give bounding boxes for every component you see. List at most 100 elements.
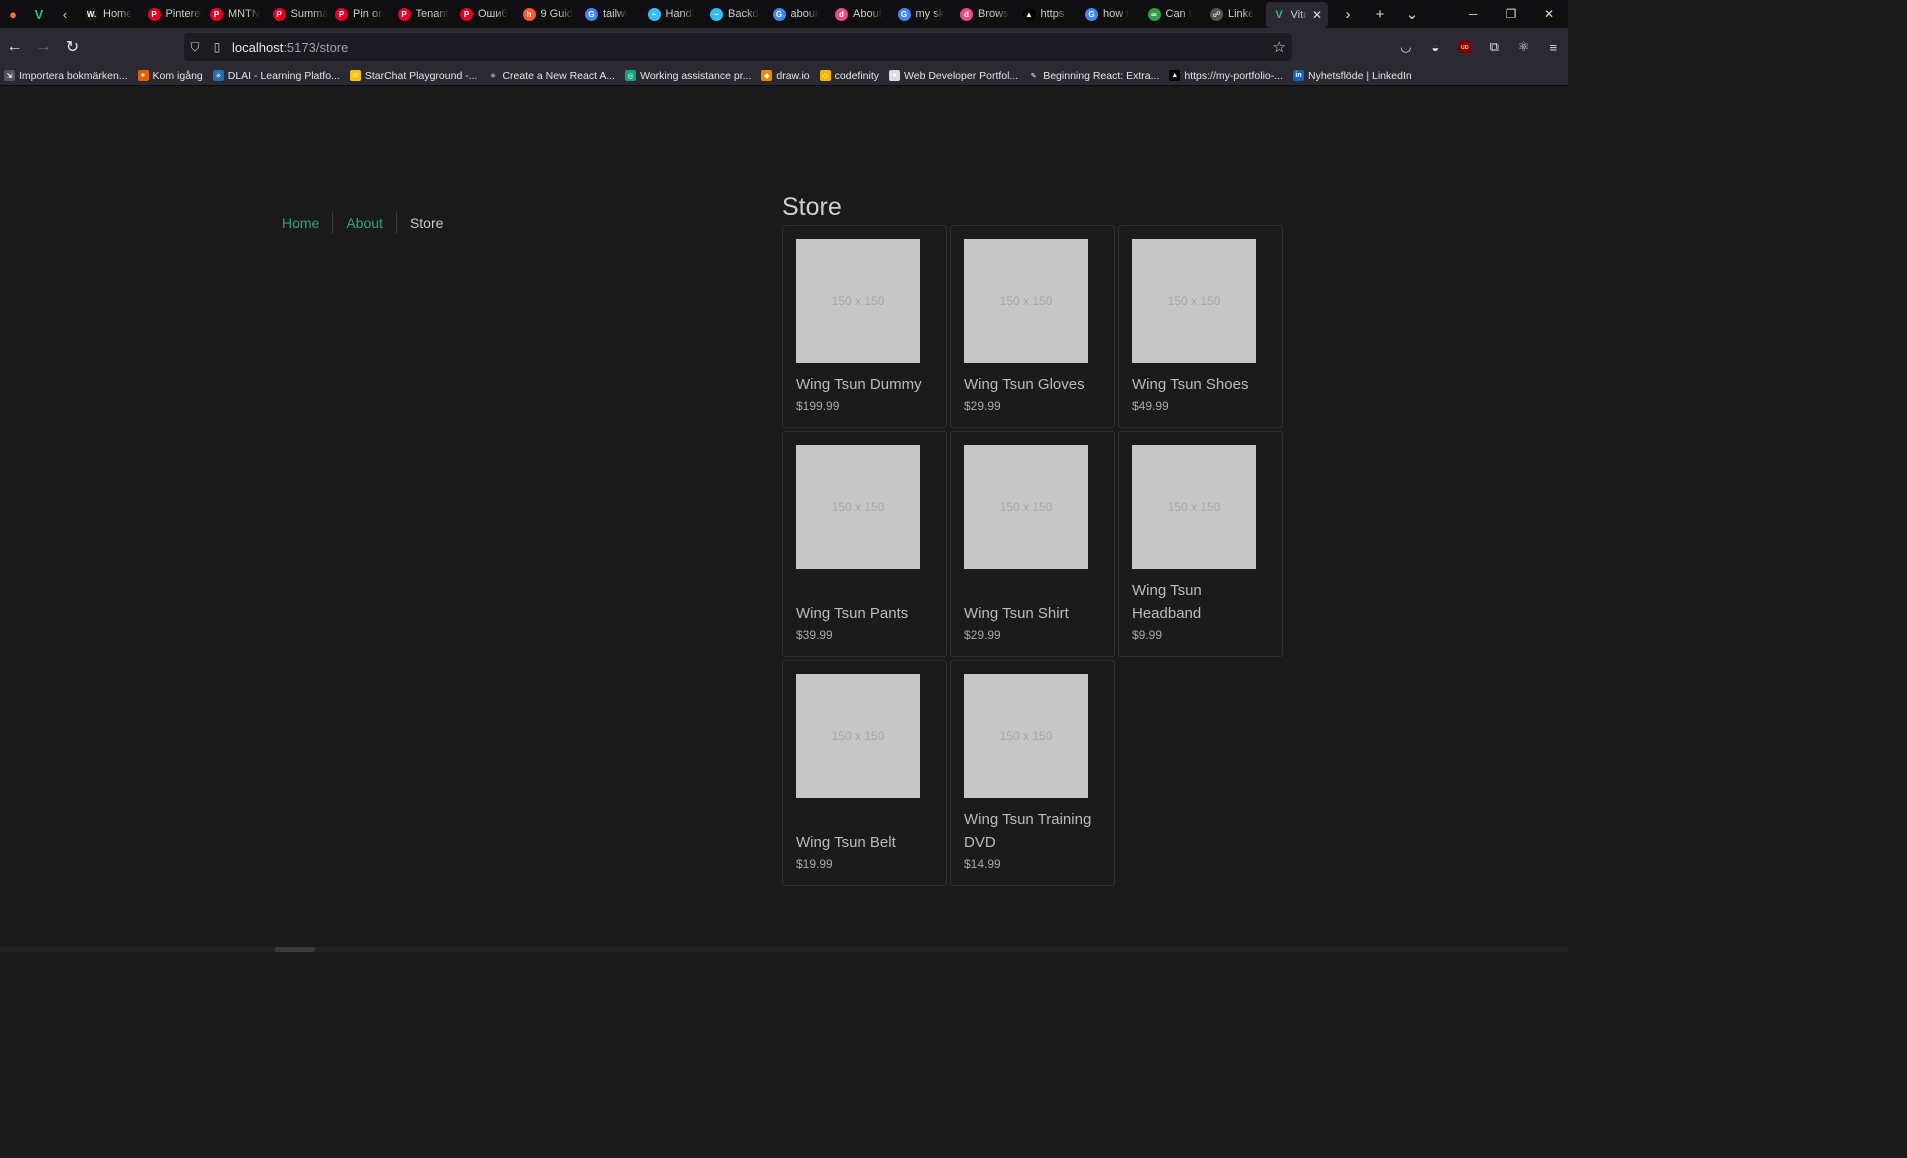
tab[interactable]: P Pinterest [141,0,203,28]
bookmark-label: draw.io [776,69,810,82]
vue-pinned-tab-icon[interactable]: V [26,0,52,28]
bookmark-item[interactable]: ✎ Beginning React: Extra... [1028,70,1159,82]
product-image-placeholder: 150 x 150 [964,445,1088,569]
tab-label: tailwi [603,8,628,20]
react-icon: ⚛ [487,70,499,81]
tab[interactable]: h 9 Guid [516,0,579,28]
bookmark-item[interactable]: ◆ draw.io [761,69,810,82]
forward-icon[interactable]: → [29,32,58,62]
tab-favicon-icon: d [960,7,973,21]
product-image-placeholder: 150 x 150 [796,445,920,569]
tab[interactable]: Gabout [766,0,829,28]
tab[interactable]: ▲ https: [1016,0,1079,28]
nav-link-store[interactable]: Store [395,212,456,234]
tab-favicon-icon: P [147,7,161,21]
tab-label: https: [1040,8,1068,20]
tab[interactable]: W. Home [78,0,141,28]
tab-active[interactable]: V Vite ✕ [1265,1,1328,28]
product-card[interactable]: 150 x 150 Wing Tsun Dummy $199.99 [782,225,947,428]
restore-icon[interactable]: ❐ [1492,0,1530,28]
react-devtools-icon[interactable]: ⚛ [1509,32,1539,62]
nav-link-about[interactable]: About [332,212,396,234]
tab-favicon-icon: d [835,7,848,21]
tab[interactable]: Ghow t [1078,0,1141,28]
bookmark-star-icon[interactable]: ☆ [1273,38,1286,56]
tab[interactable]: Gmy sk [891,0,954,28]
tab[interactable]: P MNTN [203,0,266,28]
tab[interactable]: P Summa [266,0,328,28]
bookmark-item[interactable]: ● Web Developer Portfol... [889,70,1018,82]
tab[interactable]: ∞ Can I [1141,0,1204,28]
url-bar[interactable]: ⛉ ▯ localhost:5173/store ☆ [184,33,1292,61]
product-image-placeholder: 150 x 150 [796,239,920,363]
tab[interactable]: ~ Backd [703,0,766,28]
reload-icon[interactable]: ↻ [58,32,87,62]
tab-label: Tenant [415,8,449,20]
tab[interactable]: d About [828,0,891,28]
horizontal-scrollbar-thumb[interactable] [275,947,315,952]
shield-icon[interactable]: ⛉ [184,33,206,61]
scroll-tabs-right-icon[interactable]: › [1332,0,1364,28]
product-card[interactable]: 150 x 150 Wing Tsun Gloves $29.99 [950,225,1115,428]
tab[interactable]: P Ошиб [453,0,516,28]
tab[interactable]: P Pin on [328,0,391,28]
tab-label: About [853,8,882,20]
tab-label: how t [1103,8,1130,20]
tab-label: Home [103,8,133,20]
tab[interactable]: ~ Handl [641,0,704,28]
tab-favicon-icon: G [772,7,786,21]
tab-label: Pin on [353,8,385,20]
minimize-icon[interactable]: ─ [1454,0,1492,28]
bookmark-item[interactable]: ◇ codefinity [819,70,879,82]
bookmark-item[interactable]: ⇲ Importera bokmärken... [4,70,128,82]
tab[interactable]: Gtailwi [578,0,641,28]
linkedin-icon: in [1293,70,1304,81]
back-icon[interactable]: ← [0,32,29,62]
tab[interactable]: d Brows [953,0,1016,28]
bookmark-item[interactable]: ● Kom igång [137,70,203,82]
extension-cookie-icon[interactable]: ◒ [1421,32,1451,62]
pocket-icon[interactable]: ◡ [1391,32,1421,62]
site-nav: Home About Store [282,212,456,234]
page-icon[interactable]: ▯ [206,33,228,61]
bookmark-item[interactable]: ☺ StarChat Playground -... [349,70,477,82]
bookmark-item[interactable]: ⚛ Create a New React A... [487,70,615,82]
product-card[interactable]: 150 x 150 Wing Tsun Training DVD $14.99 [950,660,1115,886]
firefox-menu-icon[interactable]: ● [0,0,26,28]
nav-link-home[interactable]: Home [282,212,332,234]
url-path[interactable]: :5173/store [283,40,348,55]
tab-favicon-icon: P [335,7,348,21]
tab[interactable]: ☍ Linke [1203,0,1266,28]
scroll-tabs-left-icon[interactable]: ‹ [52,0,78,28]
vercel-icon: ▲ [1169,70,1181,81]
tab-label: 9 Guid [540,8,573,20]
url-host[interactable]: localhost [232,40,283,55]
bookmark-item[interactable]: ◎ Working assistance pr... [625,70,751,82]
product-card[interactable]: 150 x 150 Wing Tsun Shoes $49.99 [1118,225,1283,428]
product-price: $29.99 [964,399,1001,413]
extensions-icon[interactable]: ⧉ [1480,32,1510,62]
product-card[interactable]: 150 x 150 Wing Tsun Shirt $29.99 [950,431,1115,657]
bookmark-item[interactable]: ▲ https://my-portfolio-... [1169,70,1283,82]
horizontal-scrollbar-track[interactable] [0,947,1568,952]
bookmark-label: Web Developer Portfol... [904,69,1019,82]
app-menu-icon[interactable]: ≡ [1539,32,1569,62]
product-price: $14.99 [964,857,1001,871]
bookmark-item[interactable]: in Nyhetsflöde | LinkedIn [1293,70,1412,82]
product-card[interactable]: 150 x 150 Wing Tsun Headband $9.99 [1118,431,1283,657]
bookmark-item[interactable]: ✳ DLAI - Learning Platfo... [212,70,340,82]
import-icon: ⇲ [4,70,15,81]
product-card[interactable]: 150 x 150 Wing Tsun Belt $19.99 [782,660,947,886]
close-window-icon[interactable]: ✕ [1530,0,1568,28]
product-card[interactable]: 150 x 150 Wing Tsun Pants $39.99 [782,431,947,657]
vite-favicon-icon: V [1275,8,1283,21]
list-all-tabs-icon[interactable]: ⌄ [1396,0,1428,28]
product-price: $9.99 [1132,628,1163,642]
product-image-placeholder: 150 x 150 [796,674,920,798]
product-image-placeholder: 150 x 150 [964,239,1088,363]
tab[interactable]: P Tenant [391,0,454,28]
new-tab-icon[interactable]: + [1364,0,1396,28]
close-tab-icon[interactable]: ✕ [1312,8,1322,22]
ublock-icon[interactable]: uo [1450,32,1480,62]
product-image-placeholder: 150 x 150 [1132,445,1256,569]
